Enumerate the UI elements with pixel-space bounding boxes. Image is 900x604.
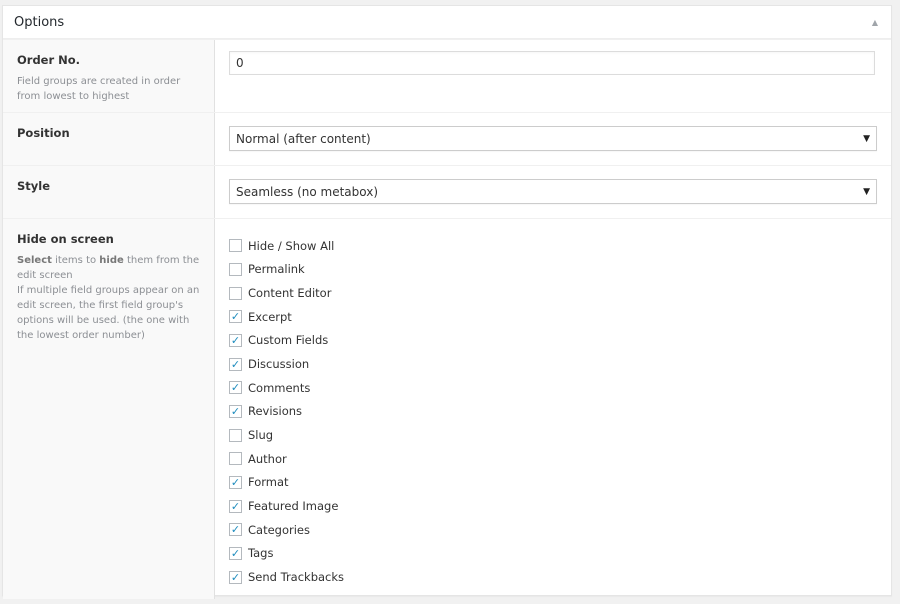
checkbox-item[interactable]: Permalink (229, 258, 879, 282)
checkbox-checked-icon[interactable]: ✓ (229, 381, 242, 395)
checkbox-label: Permalink (248, 262, 305, 277)
position-select[interactable]: Normal (after content) ▼ (229, 126, 877, 151)
checkbox-label: Author (248, 451, 287, 466)
checkbox-item[interactable]: ✓ Format (229, 471, 879, 495)
checkbox-checked-icon[interactable]: ✓ (229, 333, 242, 347)
style-label-cell: Style (3, 166, 215, 218)
checkbox-checked-icon[interactable]: ✓ (229, 404, 242, 418)
checkbox-label: Discussion (248, 357, 310, 372)
checkbox-label: Excerpt (248, 309, 292, 324)
style-input-cell: Seamless (no metabox) ▼ (215, 166, 891, 218)
checkbox-label: Featured Image (248, 499, 339, 514)
position-label-cell: Position (3, 113, 215, 165)
dropdown-arrow-icon: ▼ (863, 133, 870, 144)
order-label-cell: Order No. Field groups are created in or… (3, 40, 215, 112)
checkbox-checked-icon[interactable]: ✓ (229, 570, 242, 584)
checkbox-label: Categories (248, 522, 310, 537)
hide-label: Hide on screen (17, 232, 114, 246)
checkbox-checked-icon[interactable]: ✓ (229, 499, 242, 513)
checkbox-item[interactable]: ✓ Send Trackbacks (229, 565, 879, 589)
hide-on-screen-row: Hide on screen Select items to hide them… (3, 218, 891, 599)
checkbox-checked-icon[interactable]: ✓ (229, 546, 242, 560)
checkbox-item[interactable]: ✓ Tags (229, 542, 879, 566)
metabox-header[interactable]: Options ▲ (3, 6, 891, 39)
checkbox-item[interactable]: ✓ Excerpt (229, 305, 879, 329)
hide-checkbox-cell: Hide / Show All Permalink Content Editor ✓ E… (215, 219, 891, 599)
checkbox-item[interactable]: ✓ Comments (229, 376, 879, 400)
checkbox-label: Content Editor (248, 286, 332, 301)
checkbox-unchecked-icon[interactable] (229, 286, 242, 300)
checkbox-unchecked-icon[interactable] (229, 262, 242, 276)
checkbox-unchecked-icon[interactable] (229, 239, 242, 253)
desc-mid: items to (51, 255, 100, 266)
position-input-cell: Normal (after content) ▼ (215, 113, 891, 165)
checkbox-checked-icon[interactable]: ✓ (229, 475, 242, 489)
checkbox-item[interactable]: ✓ Discussion (229, 352, 879, 376)
position-selected-value: Normal (after content) (236, 131, 371, 146)
hide-checkbox-list: Hide / Show All Permalink Content Editor ✓ E… (229, 230, 879, 589)
hide-note: If multiple field groups appear on an ed… (17, 285, 200, 341)
checkbox-item[interactable]: Author (229, 447, 879, 471)
checkbox-item[interactable]: Slug (229, 423, 879, 447)
checkbox-item[interactable]: ✓ Categories (229, 518, 879, 542)
metabox-title: Options (14, 14, 65, 30)
checkbox-item[interactable]: Content Editor (229, 281, 879, 305)
collapse-arrow-icon[interactable]: ▲ (872, 18, 878, 27)
order-label: Order No. (17, 53, 81, 67)
position-row: Position Normal (after content) ▼ (3, 112, 891, 165)
hide-label-cell: Hide on screen Select items to hide them… (3, 219, 215, 599)
checkbox-checked-icon[interactable]: ✓ (229, 523, 242, 537)
checkbox-label: Revisions (248, 404, 303, 419)
checkbox-label: Comments (248, 380, 311, 395)
checkbox-label: Tags (248, 546, 274, 561)
order-number-input[interactable]: 0 (229, 51, 875, 75)
checkbox-checked-icon[interactable]: ✓ (229, 310, 242, 324)
style-selected-value: Seamless (no metabox) (236, 184, 379, 199)
style-label: Style (17, 179, 51, 193)
checkbox-label: Hide / Show All (248, 238, 335, 253)
checkbox-item[interactable]: Hide / Show All (229, 234, 879, 258)
order-row: Order No. Field groups are created in or… (3, 39, 891, 112)
checkbox-label: Custom Fields (248, 333, 329, 348)
style-row: Style Seamless (no metabox) ▼ (3, 165, 891, 218)
checkbox-unchecked-icon[interactable] (229, 428, 242, 442)
select-word: Select (17, 255, 52, 266)
position-label: Position (17, 126, 70, 140)
checkbox-item[interactable]: ✓ Revisions (229, 400, 879, 424)
style-select[interactable]: Seamless (no metabox) ▼ (229, 179, 877, 204)
order-description: Field groups are created in order from l… (17, 76, 181, 102)
checkbox-label: Slug (248, 428, 274, 443)
checkbox-label: Send Trackbacks (248, 570, 345, 585)
dropdown-arrow-icon: ▼ (863, 186, 870, 197)
checkbox-label: Format (248, 475, 289, 490)
hide-word: hide (99, 255, 124, 266)
checkbox-checked-icon[interactable]: ✓ (229, 357, 242, 371)
checkbox-item[interactable]: ✓ Custom Fields (229, 329, 879, 353)
hide-description: Select items to hide them from the edit … (17, 253, 200, 283)
options-metabox: Options ▲ Order No. Field groups are cre… (2, 5, 892, 599)
checkbox-unchecked-icon[interactable] (229, 452, 242, 466)
checkbox-item[interactable]: ✓ Featured Image (229, 494, 879, 518)
order-input-cell: 0 (215, 40, 891, 112)
